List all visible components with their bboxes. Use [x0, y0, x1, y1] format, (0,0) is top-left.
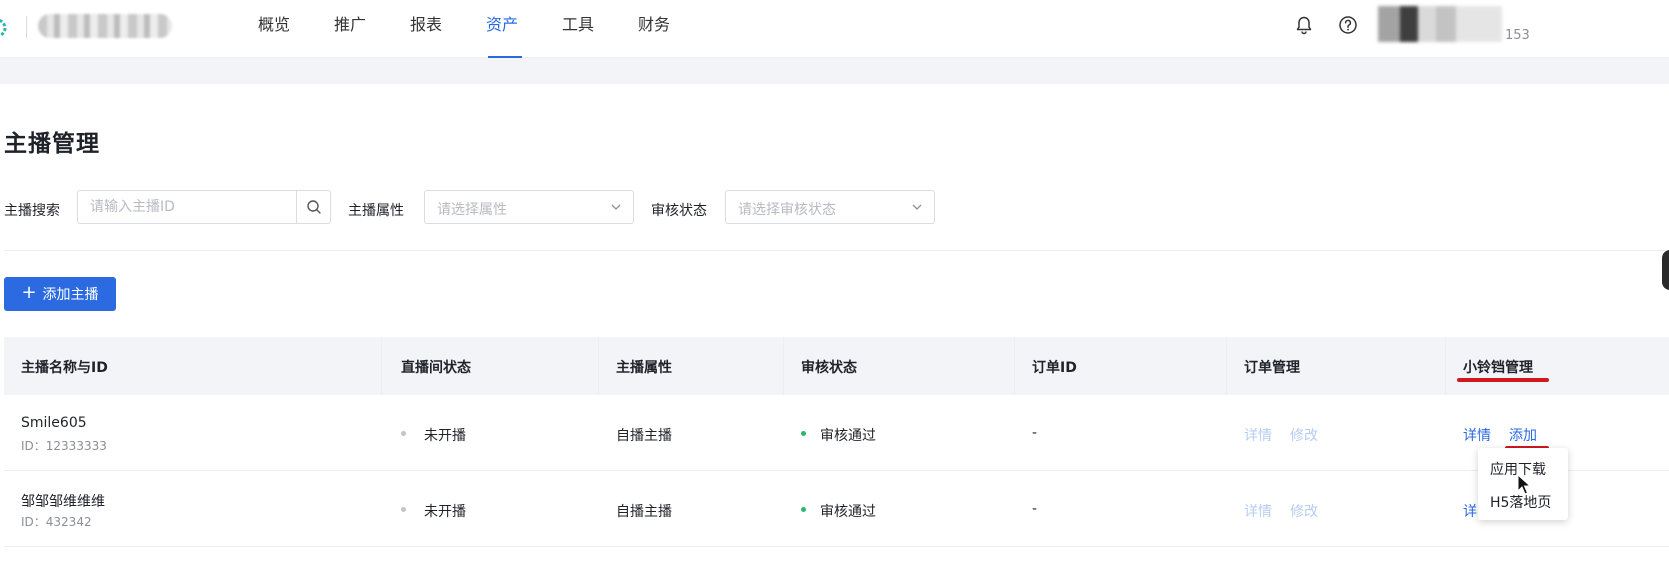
order-edit-link[interactable]: 修改 [1290, 425, 1318, 445]
table-header: 主播名称与ID 直播间状态 主播属性 审核状态 订单ID 订单管理 小铃铛管理 [4, 337, 1669, 395]
mouse-cursor-icon [1517, 474, 1532, 495]
order-edit-link[interactable]: 修改 [1290, 501, 1318, 521]
attribute-label: 主播属性 [348, 203, 404, 219]
live-status: 未开播 [424, 504, 466, 520]
logo-icon [0, 18, 7, 38]
nav-item-assets[interactable]: 资产 [486, 0, 562, 58]
add-anchor-button[interactable]: + 添加主播 [4, 277, 116, 311]
bell-add-link[interactable]: 添加 [1509, 425, 1537, 445]
live-status: 未开播 [424, 428, 466, 444]
nav-item-finance[interactable]: 财务 [638, 0, 714, 58]
bell-icon[interactable] [1294, 15, 1314, 35]
header-order-id: 订单ID [1032, 360, 1077, 376]
nav-item-promotion[interactable]: 推广 [334, 0, 410, 58]
status-dot-offline [401, 507, 406, 512]
header-bell-management: 小铃铛管理 [1463, 360, 1533, 376]
attribute-select-placeholder: 请选择属性 [437, 202, 507, 218]
review-status: 审核通过 [820, 428, 876, 444]
review-status-select-placeholder: 请选择审核状态 [738, 202, 836, 218]
header-review-status: 审核状态 [801, 360, 857, 376]
anchor-attribute: 自播主播 [616, 428, 672, 444]
header-order-management: 订单管理 [1244, 360, 1300, 376]
status-dot-approved [801, 431, 806, 436]
status-dot-approved [801, 507, 806, 512]
filter-divider [4, 250, 1669, 251]
order-id: - [1032, 425, 1038, 441]
nav-item-reports[interactable]: 报表 [410, 0, 486, 58]
review-status: 审核通过 [820, 504, 876, 520]
order-detail-link[interactable]: 详情 [1244, 501, 1272, 521]
search-icon [306, 200, 321, 214]
nav-item-tools[interactable]: 工具 [562, 0, 638, 58]
page-title: 主播管理 [4, 131, 100, 157]
nav-item-overview[interactable]: 概览 [258, 0, 334, 58]
attribute-select[interactable]: 请选择属性 [424, 190, 634, 224]
bell-detail-link[interactable]: 详 [1463, 501, 1477, 521]
user-account-suffix: 153 [1505, 28, 1530, 43]
anchor-name: 邹邹邹维维维 [21, 494, 105, 510]
review-status-label: 审核状态 [651, 203, 707, 219]
search-label: 主播搜索 [4, 203, 60, 219]
review-status-select[interactable]: 请选择审核状态 [725, 190, 935, 224]
header-live-status: 直播间状态 [401, 360, 471, 376]
search-button[interactable] [296, 191, 330, 223]
annotation-underline [1457, 378, 1549, 382]
top-bar: 概览 推广 报表 资产 工具 财务 153 [0, 0, 1669, 58]
chevron-down-icon [611, 204, 621, 210]
table-row: 邹邹邹维维维 ID：432342 未开播 自播主播 审核通过 - 详情 修改 详 [4, 471, 1669, 547]
help-icon[interactable] [1338, 15, 1358, 35]
anchor-id: ID：12333333 [21, 439, 107, 453]
user-account-blurred[interactable] [1378, 6, 1502, 42]
header-name-id: 主播名称与ID [21, 360, 108, 376]
header-attribute: 主播属性 [616, 360, 672, 376]
anchor-search-box [77, 190, 331, 224]
plus-icon: + [21, 282, 37, 303]
order-id: - [1032, 501, 1038, 517]
order-detail-link[interactable]: 详情 [1244, 425, 1272, 445]
add-anchor-label: 添加主播 [42, 287, 99, 303]
main-nav: 概览 推广 报表 资产 工具 财务 [258, 0, 714, 58]
anchor-search-input[interactable] [78, 191, 298, 223]
anchor-id: ID：432342 [21, 515, 92, 529]
bell-detail-link[interactable]: 详情 [1463, 425, 1491, 445]
content-top-band [0, 58, 1669, 84]
floating-side-handle[interactable] [1662, 250, 1669, 290]
anchor-attribute: 自播主播 [616, 504, 672, 520]
chevron-down-icon [912, 204, 922, 210]
logo-separator [26, 16, 27, 38]
anchor-name: Smile605 [21, 415, 87, 431]
brand-name-blurred [38, 14, 172, 38]
table-row: Smile605 ID：12333333 未开播 自播主播 审核通过 - 详情 … [4, 395, 1669, 471]
status-dot-offline [401, 431, 406, 436]
